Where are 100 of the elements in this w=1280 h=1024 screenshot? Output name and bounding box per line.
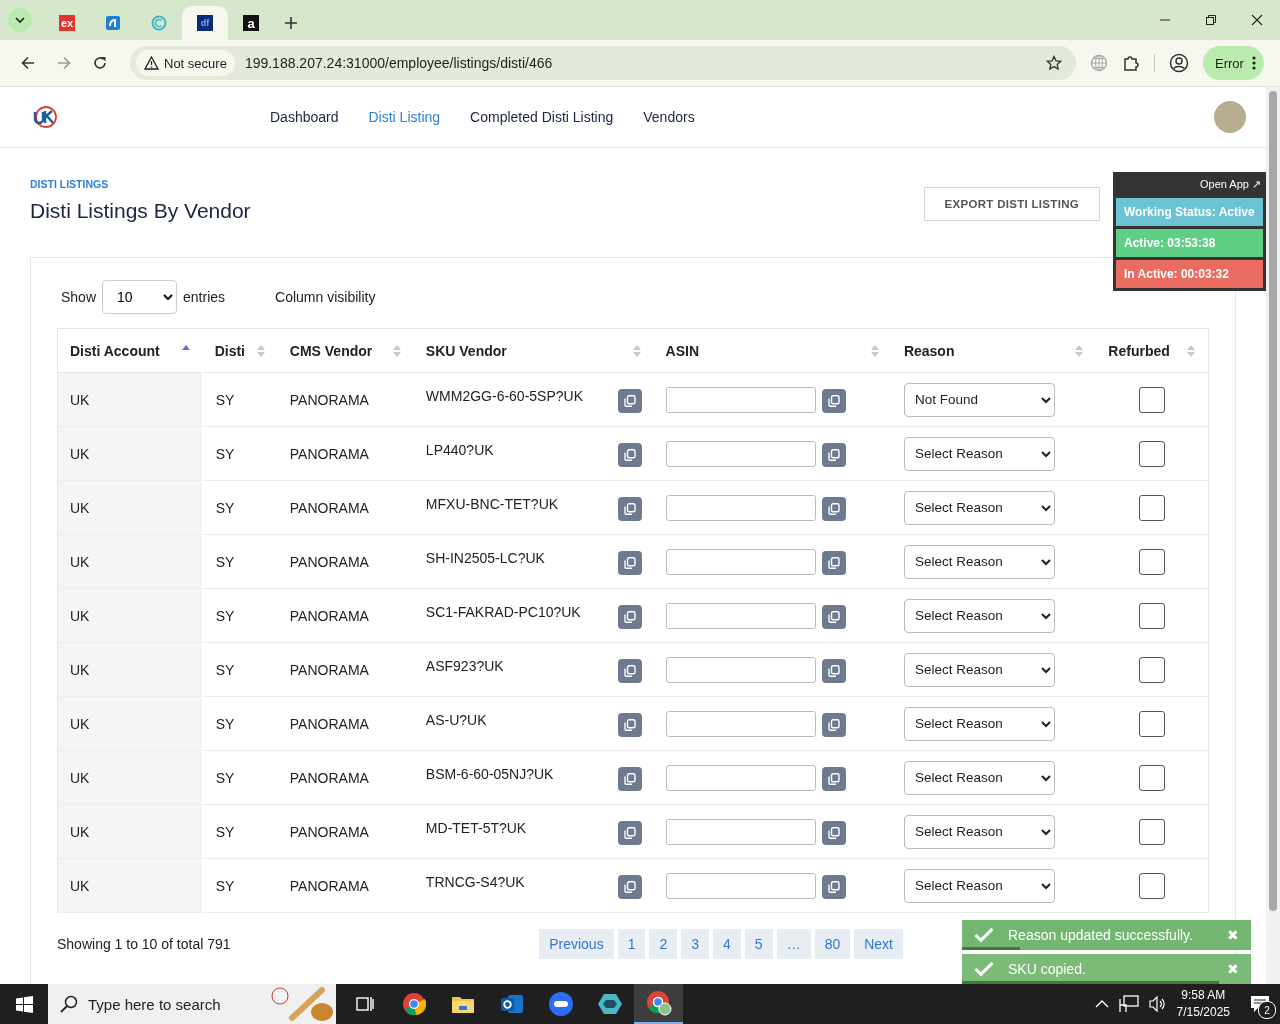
asin-input[interactable] <box>665 764 816 791</box>
scrollbar[interactable] <box>1266 87 1280 984</box>
back-arrow-icon[interactable] <box>21 56 35 70</box>
refurbed-checkbox[interactable] <box>1139 440 1166 467</box>
refurbed-checkbox[interactable] <box>1139 710 1166 737</box>
reason-select[interactable]: Select Reason <box>903 706 1055 741</box>
asin-input[interactable] <box>665 548 816 575</box>
column-header[interactable]: Disti <box>202 328 278 373</box>
pagination-button[interactable]: Next <box>854 929 903 959</box>
nav-link[interactable]: Vendors <box>643 109 695 125</box>
asin-input[interactable] <box>665 494 816 521</box>
copy-button[interactable] <box>821 767 846 791</box>
copy-button[interactable] <box>617 443 642 467</box>
column-header[interactable]: Disti Account <box>57 328 203 373</box>
video-call-taskbar-icon[interactable] <box>547 991 574 1017</box>
security-chip[interactable]: Not secure <box>136 50 235 76</box>
refurbed-checkbox[interactable] <box>1139 872 1166 899</box>
network-icon[interactable] <box>1118 995 1139 1013</box>
copy-button[interactable] <box>617 389 642 413</box>
volume-icon[interactable] <box>1148 996 1167 1012</box>
asin-input[interactable] <box>665 602 816 629</box>
reason-select[interactable]: Not Found <box>903 382 1055 417</box>
logo-icon[interactable] <box>32 104 58 130</box>
browser-tab[interactable]: a <box>228 6 274 40</box>
clock-time[interactable]: 9:58 AM <box>1181 987 1226 1004</box>
reason-select[interactable]: Select Reason <box>903 598 1055 633</box>
diamond-taskbar-icon[interactable] <box>596 992 623 1016</box>
copy-button[interactable] <box>821 605 846 629</box>
column-header[interactable]: Reason <box>891 328 1097 373</box>
task-view-icon[interactable] <box>355 996 374 1012</box>
refurbed-checkbox[interactable] <box>1139 818 1166 845</box>
copy-button[interactable] <box>617 875 642 899</box>
refurbed-checkbox[interactable] <box>1139 656 1166 683</box>
copy-button[interactable] <box>617 767 642 791</box>
asin-input[interactable] <box>665 386 816 413</box>
browser-taskbar-icon[interactable] <box>401 992 426 1016</box>
pagination-button[interactable]: Previous <box>539 929 614 959</box>
tab-search-button[interactable] <box>8 8 32 32</box>
copy-button[interactable] <box>821 389 846 413</box>
bookmark-star-icon[interactable] <box>1046 55 1062 71</box>
refurbed-checkbox[interactable] <box>1139 494 1166 521</box>
pagination-button[interactable]: 1 <box>617 929 646 959</box>
copy-button[interactable] <box>617 659 642 683</box>
nav-link[interactable]: Dashboard <box>270 109 339 125</box>
refurbed-checkbox[interactable] <box>1139 386 1166 413</box>
entries-select[interactable]: 10 <box>102 280 178 314</box>
column-header[interactable]: Refurbed <box>1096 328 1209 373</box>
reason-select[interactable]: Select Reason <box>903 868 1055 903</box>
nav-link[interactable]: Completed Disti Listing <box>470 109 614 125</box>
browser-tab[interactable]: ex <box>44 6 90 40</box>
reason-select[interactable]: Select Reason <box>903 814 1055 849</box>
active-taskbar-button[interactable] <box>634 984 683 1024</box>
column-header[interactable]: CMS Vendor <box>277 328 414 373</box>
copy-button[interactable] <box>821 821 846 845</box>
copy-button[interactable] <box>821 875 846 899</box>
copy-button[interactable] <box>821 443 846 467</box>
mail-taskbar-icon[interactable] <box>499 993 524 1015</box>
asin-input[interactable] <box>665 872 816 899</box>
browser-tab[interactable]: df <box>182 6 228 40</box>
copy-button[interactable] <box>617 551 642 575</box>
pagination-button[interactable]: 80 <box>814 929 851 959</box>
asin-input[interactable] <box>665 440 816 467</box>
copy-button[interactable] <box>617 713 642 737</box>
restore-icon[interactable] <box>1205 14 1217 26</box>
address-bar-url[interactable]: 199.188.207.24:31000/employee/listings/disti/466 <box>244 55 553 71</box>
reason-select[interactable]: Select Reason <box>903 760 1055 795</box>
asin-input[interactable] <box>665 818 816 845</box>
clock-date[interactable]: 7/15/2025 <box>1176 1004 1230 1021</box>
reason-select[interactable]: Select Reason <box>903 652 1055 687</box>
reload-icon[interactable] <box>93 56 107 70</box>
profile-icon[interactable] <box>1169 53 1189 73</box>
refurbed-checkbox[interactable] <box>1139 602 1166 629</box>
forward-arrow-icon[interactable] <box>57 56 71 70</box>
reason-select[interactable]: Select Reason <box>903 490 1055 525</box>
new-tab-icon[interactable] <box>284 16 298 30</box>
column-header[interactable]: ASIN <box>653 328 892 373</box>
user-avatar[interactable] <box>1214 101 1246 133</box>
copy-button[interactable] <box>821 659 846 683</box>
pagination-button[interactable]: … <box>776 929 811 959</box>
copy-button[interactable] <box>617 821 642 845</box>
copy-button[interactable] <box>617 497 642 521</box>
copy-button[interactable] <box>617 605 642 629</box>
export-button[interactable]: EXPORT DISTI LISTING <box>923 187 1100 221</box>
refurbed-checkbox[interactable] <box>1139 548 1166 575</box>
column-header[interactable]: SKU Vendor <box>413 328 654 373</box>
reason-select[interactable]: Select Reason <box>903 544 1055 579</box>
copy-button[interactable] <box>821 713 846 737</box>
column-visibility-button[interactable]: Column visibility <box>275 289 376 305</box>
profile-error-button[interactable]: Error <box>1203 46 1264 80</box>
extensions-puzzle-icon[interactable] <box>1122 54 1140 72</box>
close-icon[interactable] <box>1251 14 1263 26</box>
copy-button[interactable] <box>821 497 846 521</box>
asin-input[interactable] <box>665 656 816 683</box>
reason-select[interactable]: Select Reason <box>903 436 1055 471</box>
asin-input[interactable] <box>665 710 816 737</box>
pagination-button[interactable]: 3 <box>681 929 710 959</box>
pagination-button[interactable]: 2 <box>649 929 678 959</box>
pagination-button[interactable]: 5 <box>744 929 773 959</box>
windows-logo-icon[interactable] <box>15 995 33 1013</box>
folder-taskbar-icon[interactable] <box>450 994 475 1014</box>
